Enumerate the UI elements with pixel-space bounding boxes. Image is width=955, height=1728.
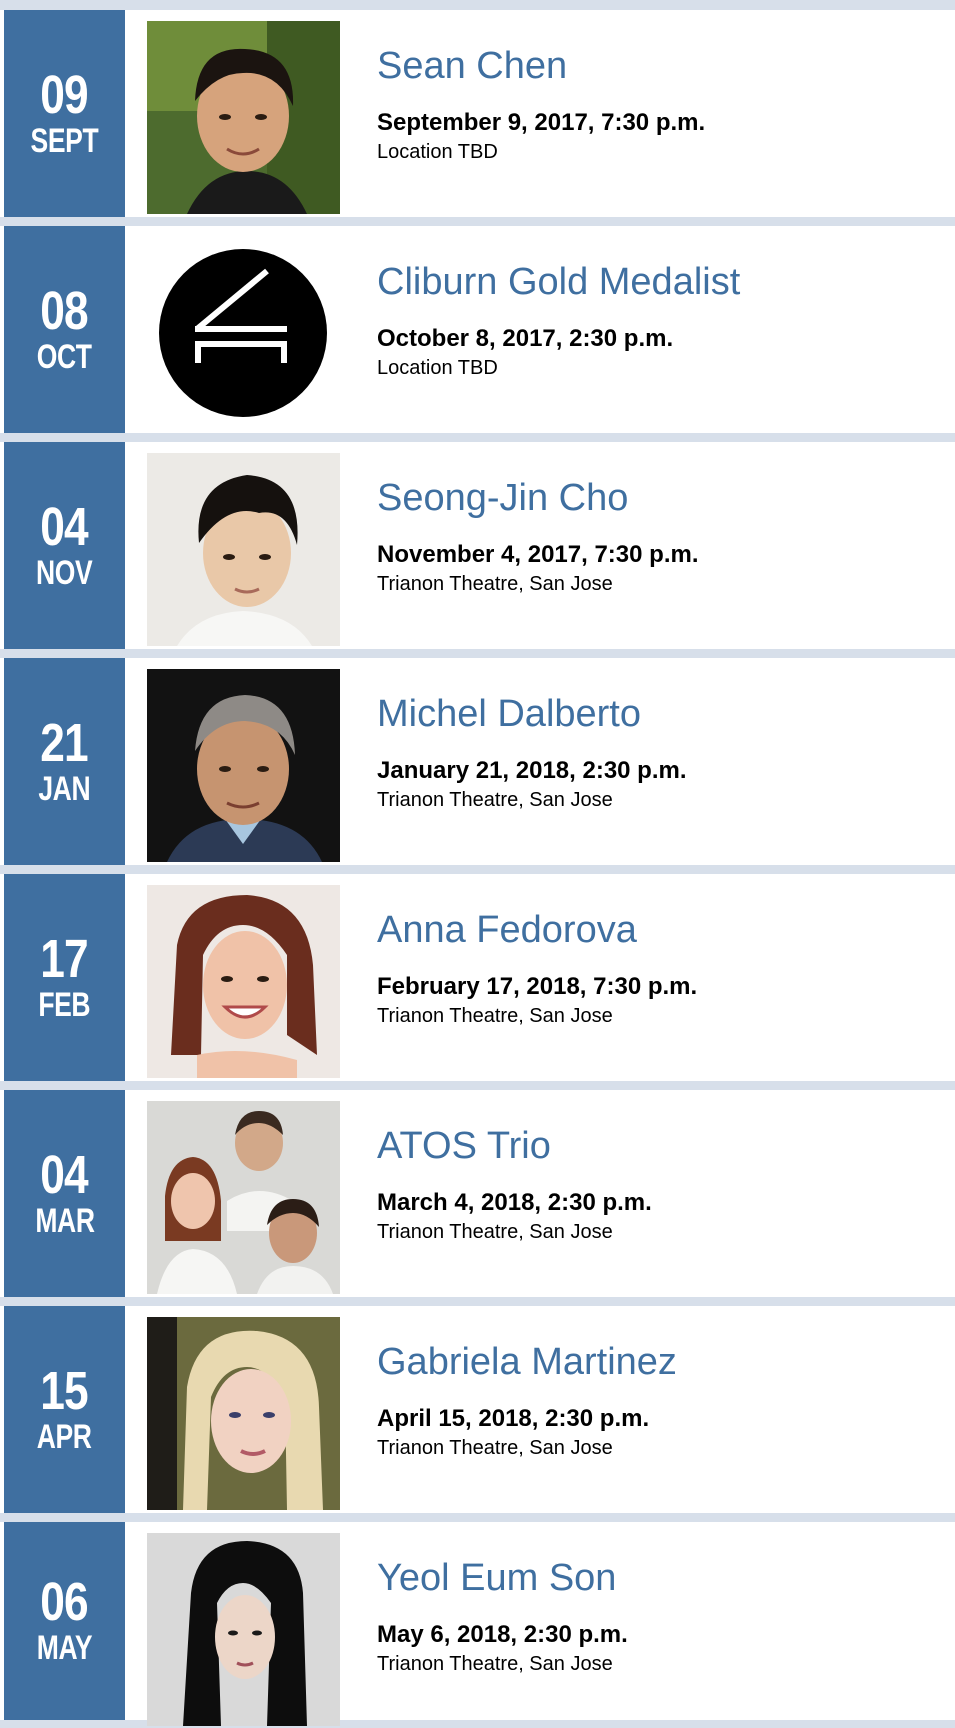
event-month: MAR [34,1201,95,1240]
event-card[interactable]: 21 JAN Michel Dalberto January 21, 2018,… [0,658,955,865]
event-title[interactable]: Anna Fedorova [377,908,955,952]
date-badge: 21 JAN [4,658,125,865]
event-card[interactable]: 08 OCT Cliburn Gold Medalist October 8, … [0,226,955,433]
event-location: Location TBD [377,141,498,163]
event-day: 06 [40,1572,89,1632]
group-photo[interactable] [147,1101,340,1294]
date-badge: 06 MAY [4,1522,125,1720]
event-location: Trianon Theatre, San Jose [377,789,613,811]
event-day: 15 [40,1360,89,1421]
date-badge: 15 APR [4,1306,125,1513]
performer-photo[interactable] [147,453,340,646]
event-day: 08 [40,280,89,341]
date-badge: 04 MAR [4,1090,125,1297]
performer-photo[interactable] [147,21,340,214]
event-location: Trianon Theatre, San Jose [377,1437,613,1459]
event-day: 17 [40,928,89,989]
date-badge: 09 SEPT [4,10,125,217]
event-day: 04 [40,1144,89,1205]
event-month: NOV [36,553,93,592]
event-title[interactable]: Yeol Eum Son [377,1556,955,1600]
event-datetime: March 4, 2018, 2:30 p.m. [377,1189,652,1216]
event-datetime: October 8, 2017, 2:30 p.m. [377,325,674,352]
event-datetime: February 17, 2018, 7:30 p.m. [377,973,698,1000]
event-month: SEPT [30,121,99,160]
event-info: Michel Dalberto January 21, 2018, 2:30 p… [377,692,955,814]
event-info: Yeol Eum Son May 6, 2018, 2:30 p.m. Tria… [377,1556,955,1678]
event-card[interactable]: 17 FEB Anna Fedorova February 17, 2018, … [0,874,955,1081]
event-card[interactable]: 09 SEPT Sean Chen September 9, 2017, 7:3… [0,10,955,217]
event-location: Trianon Theatre, San Jose [377,1221,613,1243]
event-info: Cliburn Gold Medalist October 8, 2017, 2… [377,260,955,382]
event-list: 09 SEPT Sean Chen September 9, 2017, 7:3… [0,10,955,1726]
piano-logo-icon[interactable] [147,237,340,430]
event-title[interactable]: ATOS Trio [377,1124,955,1168]
event-datetime: September 9, 2017, 7:30 p.m. [377,109,706,136]
date-badge: 08 OCT [4,226,125,433]
event-title[interactable]: Seong-Jin Cho [377,476,955,520]
event-datetime: January 21, 2018, 2:30 p.m. [377,757,687,784]
event-title[interactable]: Sean Chen [377,44,955,88]
event-month: MAY [36,1629,93,1667]
performer-photo[interactable] [147,1533,340,1726]
event-card[interactable]: 06 MAY Yeol Eum Son May 6, 2018, 2:30 p.… [0,1522,955,1726]
event-day: 04 [40,496,89,557]
event-datetime: May 6, 2018, 2:30 p.m. [377,1621,628,1648]
event-location: Location TBD [377,357,498,379]
event-day: 21 [40,712,89,773]
event-month: JAN [38,769,91,808]
event-location: Trianon Theatre, San Jose [377,1653,613,1675]
performer-photo[interactable] [147,669,340,862]
event-datetime: November 4, 2017, 7:30 p.m. [377,541,699,568]
event-card[interactable]: 15 APR Gabriela Martinez April 15, 2018,… [0,1306,955,1513]
event-info: Anna Fedorova February 17, 2018, 7:30 p.… [377,908,955,1030]
date-badge: 04 NOV [4,442,125,649]
event-title[interactable]: Cliburn Gold Medalist [377,260,955,304]
event-location: Trianon Theatre, San Jose [377,1005,613,1027]
event-card[interactable]: 04 MAR ATOS Trio March 4, 2018, 2:30 p.m… [0,1090,955,1297]
event-card[interactable]: 04 NOV Seong-Jin Cho November 4, 2017, 7… [0,442,955,649]
event-info: ATOS Trio March 4, 2018, 2:30 p.m. Trian… [377,1124,955,1246]
event-month: APR [37,1417,92,1456]
event-title[interactable]: Michel Dalberto [377,692,955,736]
event-datetime: April 15, 2018, 2:30 p.m. [377,1405,650,1432]
event-info: Seong-Jin Cho November 4, 2017, 7:30 p.m… [377,476,955,598]
event-month: OCT [37,337,92,376]
event-location: Trianon Theatre, San Jose [377,573,613,595]
performer-photo[interactable] [147,1317,340,1510]
event-title[interactable]: Gabriela Martinez [377,1340,955,1384]
event-day: 09 [40,64,89,125]
event-info: Gabriela Martinez April 15, 2018, 2:30 p… [377,1340,955,1462]
event-info: Sean Chen September 9, 2017, 7:30 p.m. L… [377,44,955,166]
performer-photo[interactable] [147,885,340,1078]
event-month: FEB [38,985,91,1024]
date-badge: 17 FEB [4,874,125,1081]
